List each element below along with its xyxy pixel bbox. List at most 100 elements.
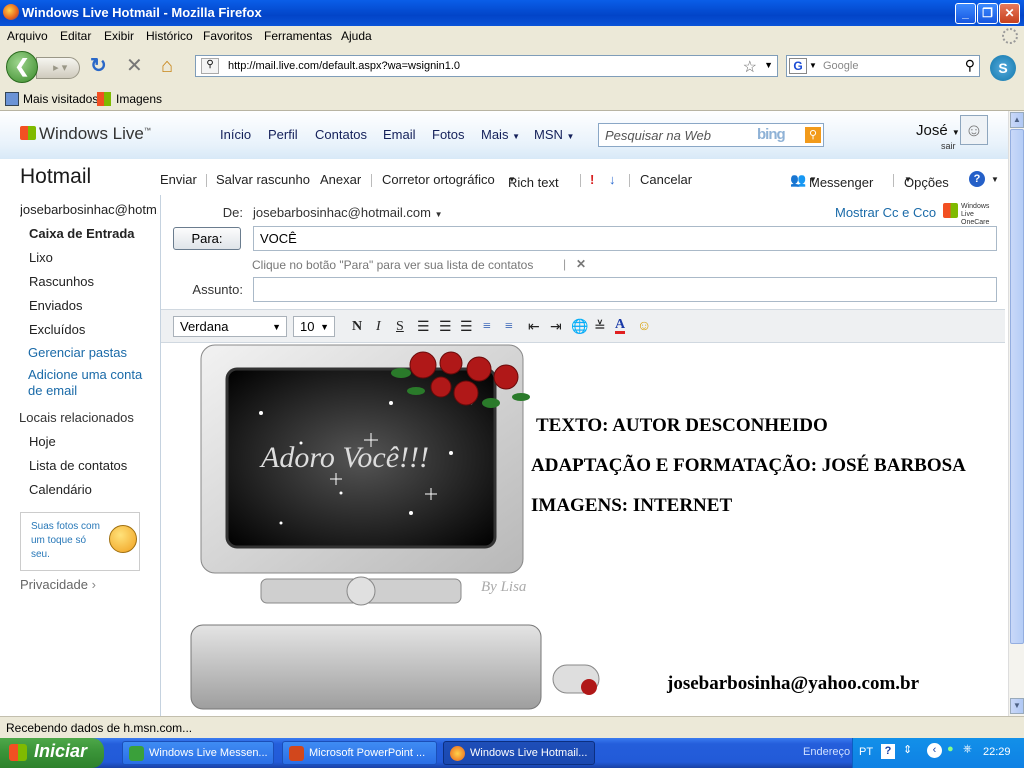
reload-icon[interactable]: ↻ [90, 56, 107, 76]
home-icon[interactable]: ⌂ [161, 56, 173, 76]
nav-inicio[interactable]: Início [220, 127, 251, 142]
related-contacts[interactable]: Lista de contatos [29, 458, 127, 473]
help-icon[interactable]: ? [969, 171, 985, 187]
address-toolbar-label[interactable]: Endereço [803, 746, 850, 758]
menu-arquivo[interactable]: Arquivo [7, 29, 48, 43]
show-cc-bcc-link[interactable]: Mostrar Cc e Cco [835, 205, 936, 220]
google-engine-icon[interactable]: G [789, 58, 807, 74]
insert-link-icon[interactable]: 🌐 [571, 319, 588, 336]
network-tray-icon[interactable]: ⎈ [963, 743, 972, 756]
italic-icon[interactable]: I [376, 319, 381, 335]
related-today[interactable]: Hoje [29, 434, 56, 449]
url-dropdown-icon[interactable]: ▼ [764, 60, 773, 70]
nav-email[interactable]: Email [383, 127, 416, 142]
scroll-down-icon[interactable]: ▼ [1010, 698, 1024, 714]
tray-collapse-icon[interactable]: ‹ [927, 743, 942, 758]
nav-perfil[interactable]: Perfil [268, 127, 298, 142]
messenger-tray-icon[interactable]: ● [947, 743, 954, 755]
menu-historico[interactable]: Histórico [146, 29, 193, 43]
bookmark-images[interactable]: Imagens [116, 92, 162, 106]
subject-field[interactable] [253, 277, 997, 302]
nav-contatos[interactable]: Contatos [315, 127, 367, 142]
chevron-down-icon[interactable]: ▼ [991, 175, 999, 184]
engine-dropdown-icon[interactable]: ▼ [809, 61, 817, 70]
search-go-icon[interactable]: ⚲ [805, 127, 821, 143]
bookmark-most-visited[interactable]: Mais visitados [23, 92, 98, 106]
low-priority-icon[interactable]: ↓ [609, 172, 616, 187]
account-email[interactable]: josebarbosinhac@hotm... [20, 202, 158, 217]
task-hotmail[interactable]: Windows Live Hotmail... [443, 741, 595, 765]
site-identity-icon[interactable]: ⚲ [201, 58, 219, 74]
add-account-link[interactable]: Adicione uma conta de email [28, 367, 153, 399]
avatar[interactable]: ☺ [960, 115, 988, 145]
search-icon[interactable]: ⚲ [965, 57, 975, 74]
bookmark-star-icon[interactable]: ☆ [743, 57, 757, 77]
save-draft-button[interactable]: Salvar rascunho [216, 172, 310, 187]
font-family-select[interactable]: Verdana ▼ [173, 316, 287, 337]
related-calendar[interactable]: Calendário [29, 482, 92, 497]
stop-icon[interactable]: ✕ [126, 56, 143, 76]
folder-trash[interactable]: Lixo [29, 250, 53, 265]
window-title-bar[interactable]: Windows Live Hotmail - Mozilla Firefox _… [0, 0, 1024, 26]
folder-sent[interactable]: Enviados [29, 298, 82, 313]
emoticon-icon[interactable]: ☺ [637, 319, 651, 335]
menu-favoritos[interactable]: Favoritos [203, 29, 252, 43]
skype-icon[interactable]: S [990, 55, 1016, 81]
nav-fotos[interactable]: Fotos [432, 127, 465, 142]
app-title[interactable]: Hotmail [20, 165, 91, 189]
minimize-button[interactable]: _ [955, 3, 976, 24]
manage-folders-link[interactable]: Gerenciar pastas [28, 345, 127, 360]
search-engine-box[interactable]: G ▼ Google ⚲ [786, 55, 980, 77]
privacy-link[interactable]: Privacidade › [20, 577, 96, 592]
menu-editar[interactable]: Editar [60, 29, 91, 43]
start-button[interactable]: Iniciar [0, 738, 104, 768]
to-field[interactable]: VOCÊ [253, 226, 997, 251]
nav-mais[interactable]: Mais ▼ [481, 127, 520, 142]
language-indicator[interactable]: PT [859, 746, 873, 758]
scroll-up-icon[interactable]: ▲ [1010, 112, 1024, 128]
message-editor[interactable]: Adoro Você!!! By Lisa TEXTO: AUTOR DESCO… [161, 343, 1005, 716]
align-center-icon[interactable]: ☰ [439, 319, 452, 336]
highlight-icon[interactable]: ≚ [594, 319, 606, 336]
underline-icon[interactable]: S [396, 319, 404, 335]
menu-ajuda[interactable]: Ajuda [341, 29, 372, 43]
folder-drafts[interactable]: Rascunhos [29, 274, 94, 289]
task-messenger[interactable]: Windows Live Messen... [122, 741, 274, 765]
folder-deleted[interactable]: Excluídos [29, 322, 85, 337]
close-hint-icon[interactable]: ✕ [576, 257, 586, 271]
clock[interactable]: 22:29 [983, 746, 1011, 758]
windows-live-logo[interactable]: Windows Live™ [20, 124, 151, 144]
help-tray-icon[interactable]: ? [881, 744, 895, 759]
close-button[interactable]: ✕ [999, 3, 1020, 24]
user-name[interactable]: José ▼ [916, 122, 960, 139]
task-powerpoint[interactable]: Microsoft PowerPoint ... [282, 741, 437, 765]
folder-inbox[interactable]: Caixa de Entrada [29, 226, 135, 241]
scroll-thumb[interactable] [1010, 129, 1024, 644]
font-size-select[interactable]: 10 ▼ [293, 316, 335, 337]
numbered-list-icon[interactable]: ≡ [483, 319, 491, 335]
url-bar[interactable]: ⚲ http://mail.live.com/default.aspx?wa=w… [195, 55, 778, 77]
increase-indent-icon[interactable]: ⇥ [550, 319, 562, 336]
bulleted-list-icon[interactable]: ≡ [505, 319, 513, 335]
align-right-icon[interactable]: ☰ [460, 319, 473, 336]
send-button[interactable]: Enviar [160, 172, 197, 187]
cancel-button[interactable]: Cancelar [640, 172, 692, 187]
tray-expand-icon[interactable]: ⇕ [903, 743, 912, 756]
high-priority-icon[interactable]: ! [590, 172, 594, 187]
menu-exibir[interactable]: Exibir [104, 29, 134, 43]
attach-button[interactable]: Anexar [320, 172, 361, 187]
nav-msn[interactable]: MSN ▼ [534, 127, 574, 142]
menu-ferramentas[interactable]: Ferramentas [264, 29, 332, 43]
text-color-icon[interactable]: A [615, 318, 626, 334]
restore-button[interactable]: ❐ [977, 3, 998, 24]
decrease-indent-icon[interactable]: ⇤ [528, 319, 540, 336]
bold-icon[interactable]: N [352, 319, 362, 335]
promo-banner[interactable]: Suas fotos com um toque só seu. [20, 512, 140, 571]
forward-button[interactable]: ▸ ▾ [36, 57, 80, 79]
sign-out-link[interactable]: sair [941, 141, 956, 151]
back-button[interactable]: ❮ [6, 51, 38, 83]
to-button[interactable]: Para: [173, 227, 241, 250]
web-search-box[interactable]: Pesquisar na Web bing ⚲ [598, 123, 824, 147]
spellcheck-button[interactable]: Corretor ortográfico [382, 172, 495, 187]
page-scrollbar[interactable]: ▲ ▼ [1008, 111, 1024, 716]
